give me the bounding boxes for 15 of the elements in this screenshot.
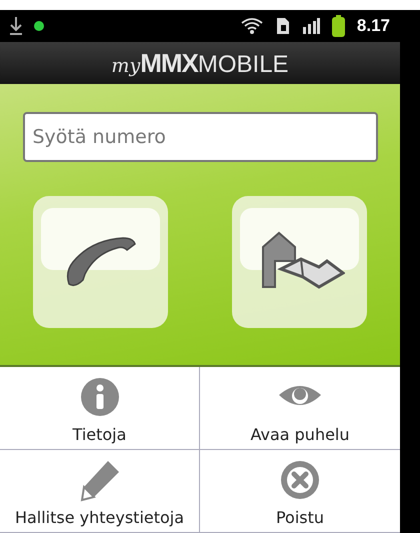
menu-item[interactable]: Hallitse yhteystietoja [0,450,200,533]
app-logo: myMMXMOBILE [111,48,289,78]
download-icon [10,16,22,35]
close-icon [280,460,320,500]
info-icon [80,377,120,417]
signal-icon [302,18,320,34]
wifi-icon [240,16,264,35]
call-button[interactable] [33,196,168,328]
menu-item[interactable]: Tietoja [0,367,200,450]
battery-icon [332,14,345,37]
contacts-button[interactable] [232,196,367,328]
notification-dot-icon [34,20,44,31]
number-input-field[interactable]: Syötä numero [22,112,378,162]
status-time: 8.17 [356,16,390,36]
sim-card-icon [276,16,290,35]
